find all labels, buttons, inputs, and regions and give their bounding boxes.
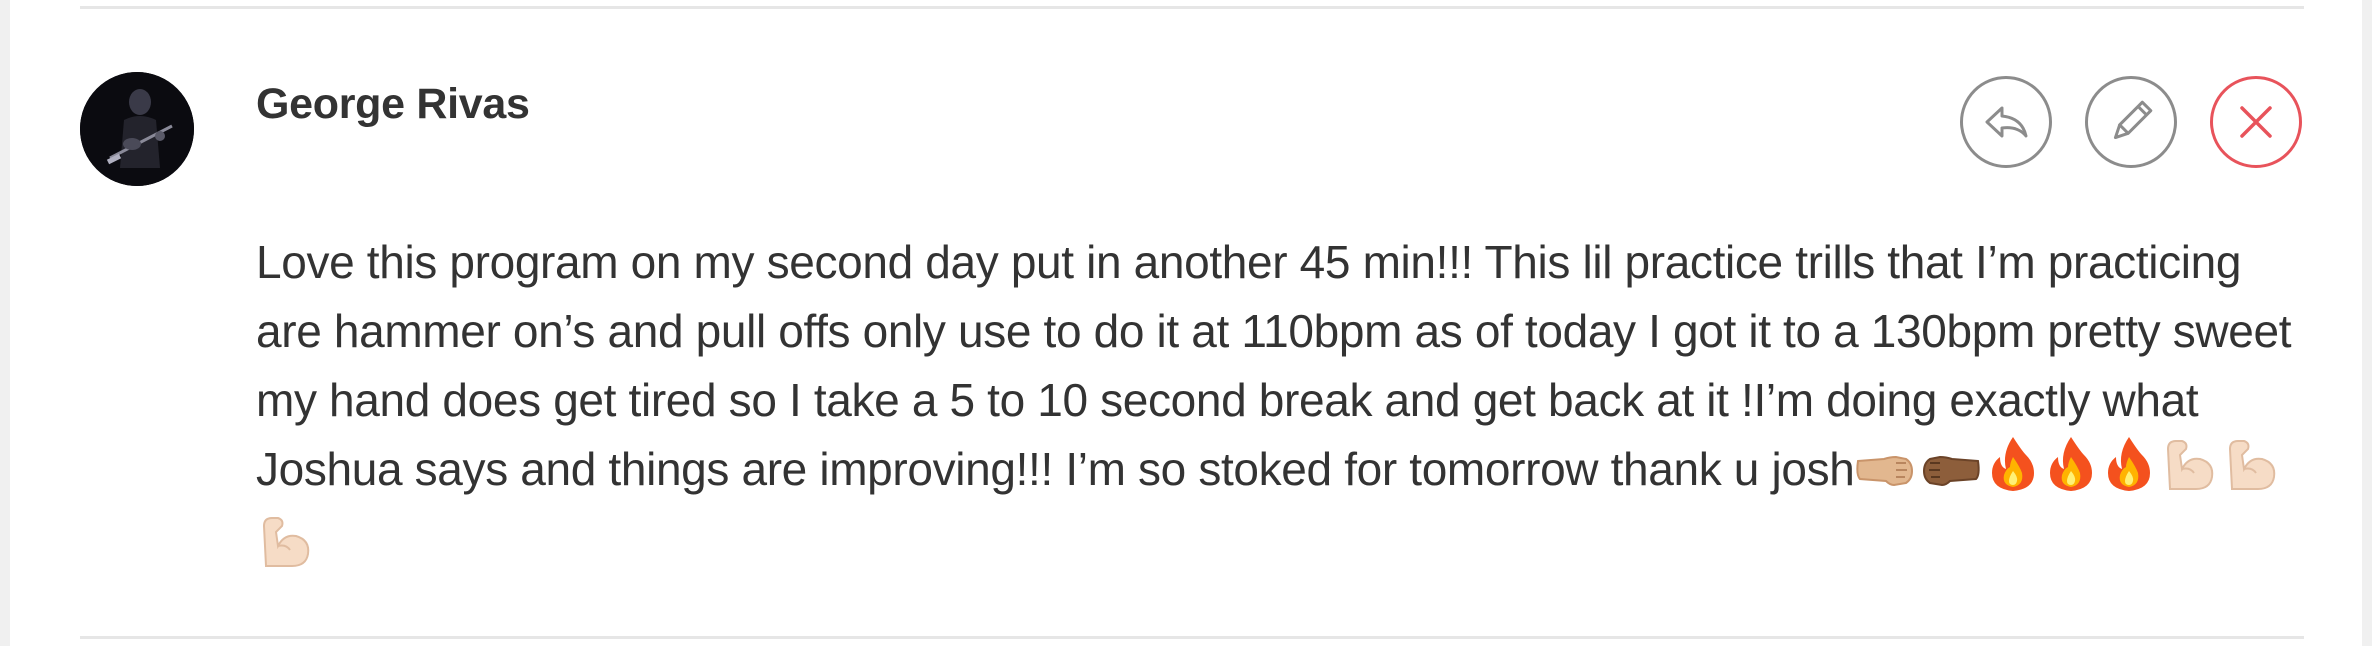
fire-icon xyxy=(2102,435,2156,512)
fire-icon xyxy=(2044,435,2098,512)
pencil-icon xyxy=(2113,100,2153,140)
reply-button[interactable] xyxy=(1960,76,2052,168)
flexed-biceps-icon xyxy=(2160,437,2218,512)
fist-bump-left-dark-icon xyxy=(1920,443,1982,512)
bottom-divider xyxy=(80,636,2304,639)
delete-button[interactable] xyxy=(2210,76,2302,168)
avatar[interactable] xyxy=(80,72,194,186)
avatar-photo xyxy=(80,72,194,186)
comment-author-name[interactable]: George Rivas xyxy=(256,80,530,129)
flexed-biceps-icon xyxy=(256,514,314,589)
edit-button[interactable] xyxy=(2085,76,2177,168)
flexed-biceps-icon xyxy=(2222,437,2280,512)
top-divider xyxy=(80,6,2304,9)
fire-icon xyxy=(1986,435,2040,512)
comment-text: Love this program on my second day put i… xyxy=(256,228,2316,589)
reply-arrow-icon xyxy=(1985,106,2028,138)
comment-card: George Rivas Love this program on my sec… xyxy=(10,0,2362,646)
fist-bump-right-light-icon xyxy=(1854,443,1916,512)
close-x-icon xyxy=(2240,106,2272,138)
